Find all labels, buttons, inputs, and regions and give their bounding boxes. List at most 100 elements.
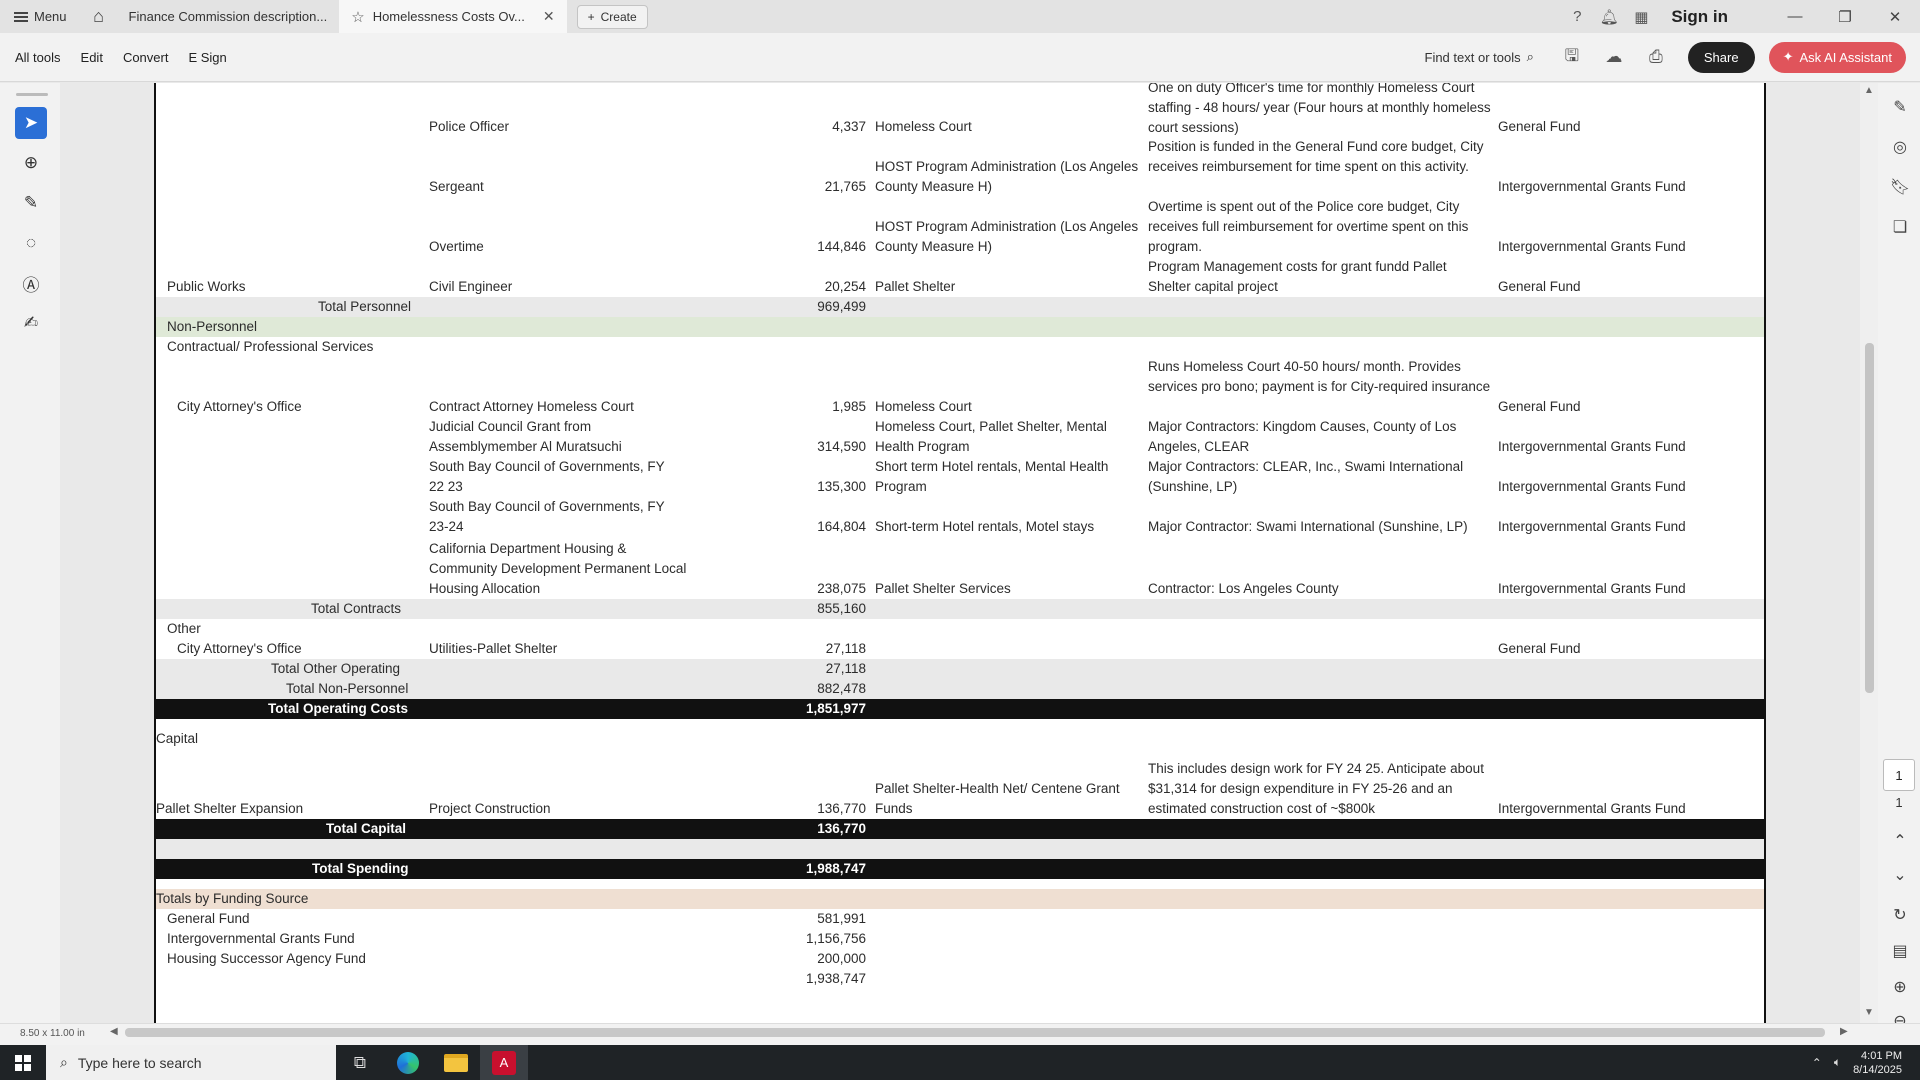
zoom-in-icon[interactable]: ⊕ bbox=[1888, 975, 1912, 999]
home-icon[interactable]: ⌂ bbox=[81, 0, 117, 33]
scroll-left-icon[interactable]: ◀ bbox=[110, 1026, 118, 1037]
table-row: South Bay Council of Governments, FY 22 … bbox=[156, 457, 1764, 497]
funding-total-row: 1,938,747 bbox=[156, 969, 1764, 989]
share-button[interactable]: Share bbox=[1687, 41, 1755, 73]
find-text-button[interactable]: Find text or tools ⌕ bbox=[1425, 49, 1534, 65]
bell-icon[interactable]: 🔔︎ bbox=[1593, 0, 1625, 33]
amount: 1,985 bbox=[832, 399, 866, 414]
program: Pallet Shelter bbox=[875, 279, 956, 294]
notes: Runs Homeless Court 40-50 hours/ month. … bbox=[1148, 359, 1491, 394]
amount: 4,337 bbox=[832, 119, 866, 134]
line-item: Police Officer bbox=[429, 119, 510, 134]
tab-label: Homelessness Costs Ov... bbox=[372, 9, 525, 24]
line-item: Overtime bbox=[429, 239, 484, 254]
menu-button[interactable]: Menu bbox=[0, 0, 81, 33]
tab-homelessness-costs[interactable]: ☆ Homelessness Costs Ov... ✕ bbox=[339, 0, 567, 33]
vertical-scrollbar[interactable]: ▲ ▼ bbox=[1860, 83, 1878, 1023]
total-amount: 1,988,747 bbox=[805, 861, 866, 876]
convert-menu[interactable]: Convert bbox=[113, 50, 179, 65]
save-icon[interactable]: 🖫︎ bbox=[1554, 41, 1590, 73]
scroll-up-icon[interactable]: ▲ bbox=[1864, 85, 1874, 96]
total-amount: 855,160 bbox=[817, 601, 866, 616]
program: Homeless Court, Pallet Shelter, Mental H… bbox=[875, 419, 1107, 454]
program: Homeless Court bbox=[875, 399, 972, 414]
edge-browser-icon[interactable] bbox=[384, 1045, 432, 1080]
document-viewport[interactable]: Police Officer 4,337 Homeless Court One … bbox=[60, 83, 1860, 1023]
department: Pallet Shelter Expansion bbox=[156, 801, 304, 816]
table-row: Overtime 144,846 HOST Program Administra… bbox=[156, 197, 1764, 257]
task-view-icon[interactable]: ⧉ bbox=[336, 1045, 384, 1080]
clock[interactable]: 4:01 PM 8/14/2025 bbox=[1853, 1049, 1902, 1077]
edit-menu[interactable]: Edit bbox=[71, 50, 113, 65]
fund-label: Intergovernmental Grants Fund bbox=[167, 931, 355, 946]
search-icon: ⌕ bbox=[60, 1054, 68, 1070]
search-icon: ⌕ bbox=[1526, 49, 1534, 64]
ai-assistant-button[interactable]: ✦ Ask AI Assistant bbox=[1768, 41, 1906, 73]
taskbar-search[interactable]: ⌕ Type here to search bbox=[46, 1045, 336, 1080]
all-tools-menu[interactable]: All tools bbox=[0, 50, 71, 65]
total-amount: 882,478 bbox=[817, 681, 866, 696]
rail-grip[interactable] bbox=[16, 93, 48, 96]
section-label: Capital bbox=[156, 731, 199, 746]
sign-in-button[interactable]: Sign in bbox=[1671, 7, 1728, 27]
next-page-icon[interactable]: ⌄ bbox=[1888, 863, 1912, 887]
line-item: Civil Engineer bbox=[429, 279, 513, 294]
star-icon[interactable]: ☆ bbox=[351, 8, 364, 26]
page-number-input[interactable]: 1 bbox=[1883, 759, 1915, 791]
scroll-thumb[interactable] bbox=[1865, 343, 1874, 693]
table-row: California Department Housing & Communit… bbox=[156, 537, 1764, 599]
notes: Position is funded in the General Fund c… bbox=[1148, 139, 1484, 174]
notes: One on duty Officer's time for monthly H… bbox=[1148, 83, 1491, 135]
restore-icon[interactable]: ❐ bbox=[1820, 0, 1870, 33]
fund: General Fund bbox=[1498, 119, 1581, 134]
zoom-icon[interactable]: ⊕ bbox=[15, 147, 47, 179]
line-item: Project Construction bbox=[429, 801, 551, 816]
minimize-icon[interactable]: — bbox=[1770, 0, 1820, 33]
line-item: South Bay Council of Governments, FY 22 … bbox=[429, 459, 665, 494]
signature-icon[interactable]: ✍ bbox=[15, 307, 47, 339]
total-personnel-row: Total Personnel 969,499 bbox=[156, 297, 1764, 317]
select-cursor-icon[interactable]: ➤ bbox=[15, 107, 47, 139]
notes: Major Contractors: CLEAR, Inc., Swami In… bbox=[1148, 459, 1464, 494]
fund: Intergovernmental Grants Fund bbox=[1498, 439, 1686, 454]
line-item: Contract Attorney Homeless Court bbox=[429, 399, 634, 414]
help-icon[interactable]: ? bbox=[1561, 0, 1593, 33]
scroll-down-icon[interactable]: ▼ bbox=[1864, 1007, 1874, 1018]
lasso-icon[interactable]: ◌ bbox=[15, 227, 47, 259]
page-fit-icon[interactable]: ▤ bbox=[1888, 939, 1912, 963]
close-tab-icon[interactable]: ✕ bbox=[543, 8, 555, 25]
print-icon[interactable]: ⎙ bbox=[1638, 41, 1674, 73]
upload-cloud-icon[interactable]: ☁ bbox=[1596, 41, 1632, 73]
edit-pdf-icon[interactable]: ✎ bbox=[1888, 95, 1912, 119]
comment-icon[interactable]: ◎ bbox=[1888, 135, 1912, 159]
acrobat-icon[interactable]: A bbox=[480, 1045, 528, 1080]
fund: Intergovernmental Grants Fund bbox=[1498, 519, 1686, 534]
text-box-icon[interactable]: Ⓐ bbox=[15, 267, 47, 299]
program: Pallet Shelter-Health Net/ Centene Grant… bbox=[875, 781, 1120, 816]
amount: 135,300 bbox=[817, 479, 866, 494]
e-sign-menu[interactable]: E Sign bbox=[178, 50, 236, 65]
amount: 27,118 bbox=[825, 641, 866, 656]
create-button[interactable]: + Create bbox=[576, 4, 648, 29]
fund: Intergovernmental Grants Fund bbox=[1498, 581, 1686, 596]
tray-chevron-icon[interactable]: ⌃ bbox=[1812, 1056, 1822, 1070]
hamburger-icon bbox=[14, 11, 28, 22]
bookmark-icon[interactable]: 🔖︎ bbox=[1888, 175, 1912, 199]
rotate-icon[interactable]: ↻ bbox=[1888, 903, 1912, 927]
tab-label: Finance Commission description... bbox=[128, 9, 328, 24]
right-tool-rail: ✎ ◎ 🔖︎ ❏ 1 1 ⌃ ⌄ ↻ ▤ ⊕ ⊖ bbox=[1878, 83, 1920, 1030]
previous-page-icon[interactable]: ⌃ bbox=[1888, 829, 1912, 853]
pen-icon[interactable]: ✎ bbox=[15, 187, 47, 219]
apps-grid-icon[interactable]: ▦ bbox=[1625, 0, 1657, 33]
scroll-right-icon[interactable]: ▶ bbox=[1840, 1026, 1848, 1037]
close-window-icon[interactable]: ✕ bbox=[1870, 0, 1920, 33]
pages-icon[interactable]: ❏ bbox=[1888, 215, 1912, 239]
tab-finance-commission[interactable]: Finance Commission description... bbox=[117, 0, 340, 33]
windows-start-icon[interactable] bbox=[0, 1045, 46, 1080]
file-explorer-icon[interactable] bbox=[432, 1045, 480, 1080]
non-personnel-header: Non-Personnel bbox=[156, 317, 1764, 337]
horizontal-scroll-thumb[interactable] bbox=[125, 1028, 1825, 1037]
toolbar: All tools Edit Convert E Sign Find text … bbox=[0, 33, 1920, 82]
fund-amount: 200,000 bbox=[817, 951, 866, 966]
speaker-icon[interactable]: 🔈︎ bbox=[1834, 1055, 1841, 1070]
